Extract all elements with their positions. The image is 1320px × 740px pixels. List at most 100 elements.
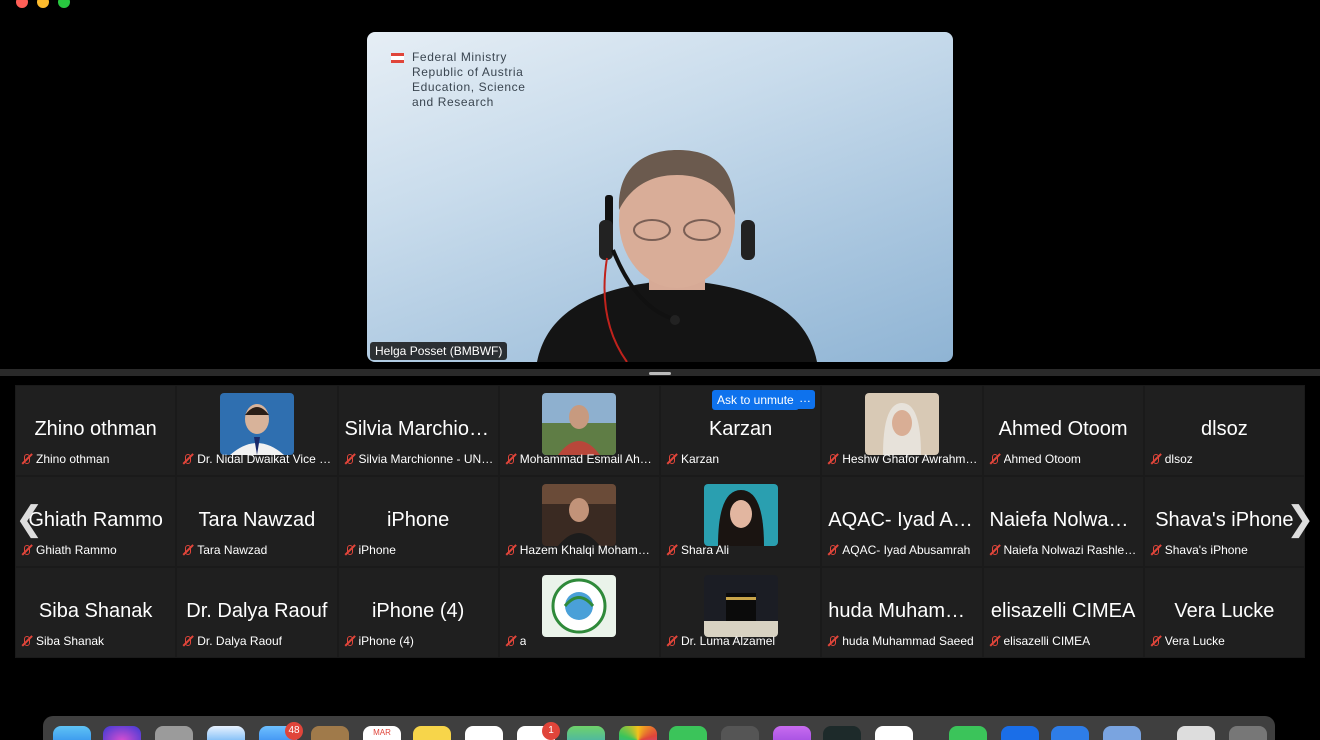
notes-icon[interactable] — [413, 726, 451, 740]
participant-display-name: Tara Nawzad — [198, 509, 316, 531]
zoom-icon[interactable] — [1001, 726, 1039, 740]
participant-label: elisazelli CIMEA — [988, 634, 1091, 648]
preview-icon[interactable] — [1177, 726, 1215, 740]
participant-tile[interactable]: Siba Shanak Siba Shanak — [15, 567, 177, 658]
speaker-person-image — [537, 150, 817, 362]
zoom-window-button[interactable] — [58, 0, 70, 8]
close-window-button[interactable] — [16, 0, 28, 8]
participant-name: Vera Lucke — [1164, 634, 1225, 648]
participant-tile[interactable]: Zhino othman Zhino othman — [15, 385, 177, 476]
messages-icon[interactable] — [669, 726, 707, 740]
participant-label: Shava's iPhone — [1149, 543, 1248, 557]
next-page-button[interactable]: ❯ — [1286, 502, 1315, 536]
muted-mic-icon — [504, 544, 516, 556]
participant-label: Hazem Khalqi Mohamm... — [504, 543, 656, 557]
muted-mic-icon — [826, 635, 838, 647]
siri-icon[interactable] — [103, 726, 141, 740]
muted-mic-icon — [988, 453, 1000, 465]
participant-label: Shara Ali — [665, 543, 729, 557]
launchpad-icon[interactable] — [155, 726, 193, 740]
muted-mic-icon — [665, 453, 677, 465]
muted-mic-icon — [988, 635, 1000, 647]
participant-tile[interactable]: Shava's iPhone Shava's iPhone — [1143, 476, 1305, 567]
participant-tile[interactable]: huda Muhamm... huda Muhammad Saeed — [821, 567, 983, 658]
participant-tile[interactable]: Vera Lucke Vera Lucke — [1143, 567, 1305, 658]
resize-grip[interactable] — [649, 372, 671, 375]
gallery-view: Zhino othman Zhino othman Dr. Nidal Dwaika… — [15, 385, 1305, 658]
participant-tile[interactable]: elisazelli CIMEA elisazelli CIMEA — [982, 567, 1144, 658]
austria-flag-icon — [391, 53, 404, 63]
participant-avatar — [703, 575, 778, 637]
muted-mic-icon — [1149, 544, 1161, 556]
folder-icon[interactable] — [1103, 726, 1141, 740]
terminal-icon[interactable] — [823, 726, 861, 740]
participant-name: Naiefa Nolwazi Rashled... — [1003, 543, 1140, 557]
participant-tile[interactable]: Dr. Dalya Raouf Dr. Dalya Raouf — [176, 567, 338, 658]
participant-name: Ahmed Otoom — [1003, 452, 1081, 466]
word-icon[interactable] — [1051, 726, 1089, 740]
active-speaker-video[interactable]: Federal Ministry Republic of Austria Edu… — [367, 32, 953, 362]
trash-icon[interactable] — [1229, 726, 1267, 740]
participant-display-name: huda Muhamm... — [828, 600, 979, 622]
safari-icon[interactable] — [207, 726, 245, 740]
participant-tile[interactable]: Tara Nawzad Tara Nawzad — [176, 476, 338, 567]
participant-tile[interactable]: Heshw Ghafor Awrahman — [821, 385, 983, 476]
previous-page-button[interactable]: ❮ — [15, 502, 44, 536]
participant-name: elisazelli CIMEA — [1003, 634, 1091, 648]
more-options-button[interactable]: … — [795, 390, 815, 409]
participant-tile[interactable]: dlsoz dlsoz — [1143, 385, 1305, 476]
muted-mic-icon — [1149, 453, 1161, 465]
settings-icon[interactable] — [721, 726, 759, 740]
participant-name: Ghiath Rammo — [36, 543, 117, 557]
participant-display-name: Shava's iPhone — [1155, 509, 1294, 531]
calendar-icon[interactable]: MAR — [363, 726, 401, 740]
participant-label: Dr. Luma Alzamel — [665, 634, 775, 648]
participant-label: AQAC- Iyad Abusamrah — [826, 543, 970, 557]
participant-display-name: AQAC- Iyad Ab... — [828, 509, 981, 531]
participant-tile[interactable]: Dr. Luma Alzamel — [660, 567, 822, 658]
participant-tile[interactable]: a — [498, 567, 660, 658]
muted-mic-icon — [988, 544, 1000, 556]
ask-to-unmute-button[interactable]: Ask to unmute — [712, 390, 799, 410]
participant-display-name: iPhone (4) — [371, 600, 465, 622]
muted-mic-icon — [20, 544, 32, 556]
participant-tile[interactable]: Hazem Khalqi Mohamm... — [498, 476, 660, 567]
window-controls — [16, 0, 70, 8]
participant-tile[interactable]: Silvia Marchion... Silvia Marchionne - UN… — [337, 385, 499, 476]
participant-name: Tara Nawzad — [197, 543, 268, 557]
participant-name: Siba Shanak — [36, 634, 105, 648]
whatsapp-icon[interactable] — [949, 726, 987, 740]
participant-tile[interactable]: Naiefa Nolwazi... Naiefa Nolwazi Rashled.… — [982, 476, 1144, 567]
muted-mic-icon — [181, 544, 193, 556]
participant-avatar — [703, 484, 778, 546]
numbers-icon[interactable] — [875, 726, 913, 740]
participant-label: Vera Lucke — [1149, 634, 1225, 648]
minimize-window-button[interactable] — [37, 0, 49, 8]
participant-tile[interactable]: Shara Ali — [660, 476, 822, 567]
podcasts-icon[interactable] — [773, 726, 811, 740]
participant-label: Mohammad Esmail Ahm... — [504, 452, 656, 466]
participant-tile[interactable]: iPhone (4) iPhone (4) — [337, 567, 499, 658]
participant-tile[interactable]: iPhone iPhone — [337, 476, 499, 567]
muted-mic-icon — [20, 635, 32, 647]
photos-icon[interactable] — [619, 726, 657, 740]
participant-tile[interactable]: Ahmed Otoom Ahmed Otoom — [982, 385, 1144, 476]
contacts-icon[interactable] — [311, 726, 349, 740]
participant-avatar — [542, 484, 617, 546]
participant-name: Dr. Luma Alzamel — [681, 634, 776, 648]
finder-icon[interactable] — [53, 726, 91, 740]
participant-tile[interactable]: Mohammad Esmail Ahm... — [498, 385, 660, 476]
participant-name: Dr. Nidal Dwaikat Vice P... — [197, 452, 334, 466]
participant-label: Zhino othman — [20, 452, 109, 466]
maps-icon[interactable] — [567, 726, 605, 740]
participant-label: Ghiath Rammo — [20, 543, 117, 557]
reminders-icon[interactable] — [465, 726, 503, 740]
mail-badge: 48 — [285, 722, 303, 740]
participant-name: huda Muhammad Saeed — [842, 634, 974, 648]
participant-tile[interactable]: AQAC- Iyad Ab... AQAC- Iyad Abusamrah — [821, 476, 983, 567]
participant-avatar — [219, 393, 294, 455]
participant-tile[interactable]: Dr. Nidal Dwaikat Vice P... — [176, 385, 338, 476]
participant-display-name: Siba Shanak — [38, 600, 153, 622]
participant-name: Heshw Ghafor Awrahman — [842, 452, 979, 466]
participant-label: dlsoz — [1149, 452, 1193, 466]
